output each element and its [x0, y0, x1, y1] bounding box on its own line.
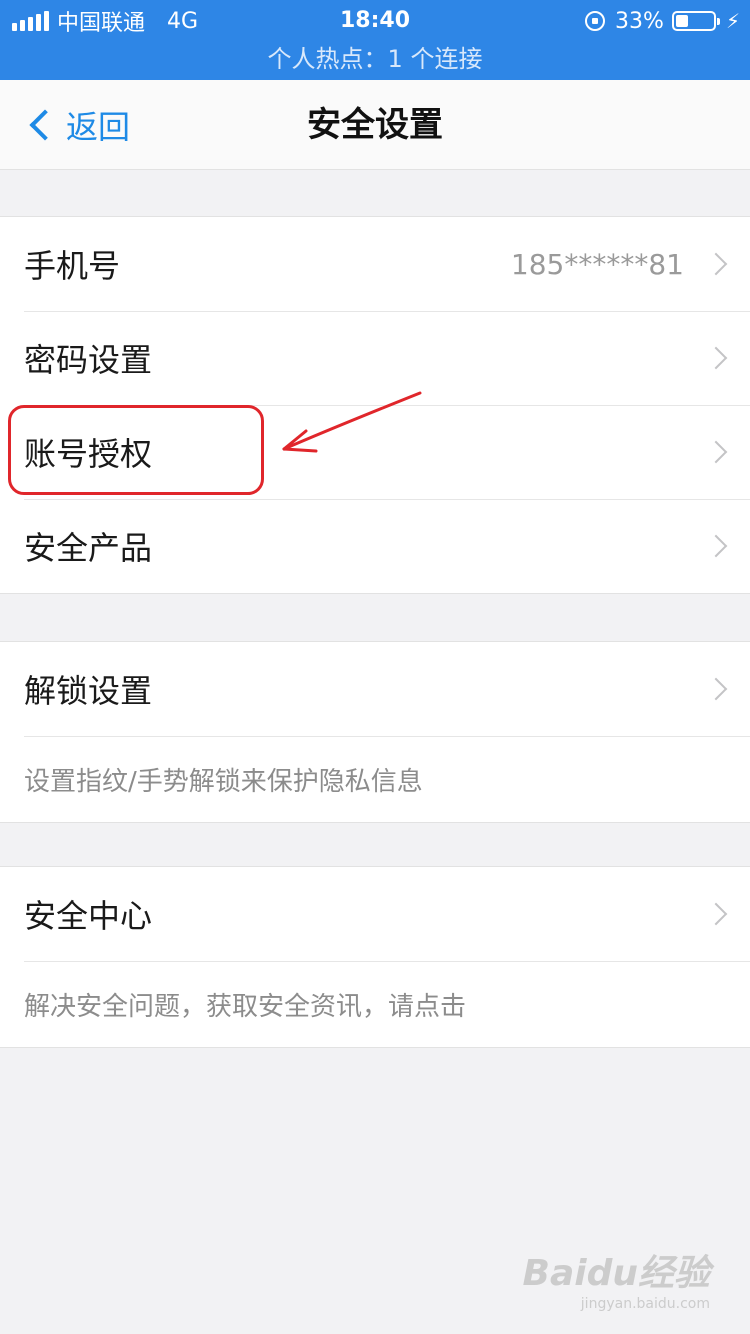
row-label: 密码设置 — [24, 341, 153, 379]
baidu-watermark: Baidu经验 jingyan.baidu.com — [523, 1244, 710, 1312]
watermark-url: jingyan.baidu.com — [580, 1296, 710, 1312]
chevron-right-icon — [704, 902, 728, 926]
chevron-right-icon — [704, 534, 728, 558]
annotation-highlight-box — [8, 405, 264, 495]
row-security-products[interactable]: 安全产品 — [0, 499, 750, 593]
battery-level — [675, 15, 688, 27]
row-security-center[interactable]: 安全中心 — [0, 867, 750, 961]
row-label: 手机号 — [24, 247, 121, 285]
unlock-settings-hint: 设置指纹/手势解锁来保护隐私信息 — [0, 736, 750, 822]
row-unlock-settings[interactable]: 解锁设置 — [0, 642, 750, 736]
row-label: 安全产品 — [24, 529, 153, 567]
annotation-arrow — [282, 391, 422, 453]
chevron-right-icon — [704, 440, 728, 464]
phone-number-value: 185******81 — [510, 247, 684, 281]
navigation-bar: 返回 安全设置 — [0, 80, 750, 170]
status-bar: 中国联通 4G 18:40 33% ⚡ 个人热点：1 个连接 — [0, 0, 750, 80]
chevron-right-icon — [704, 677, 728, 701]
row-phone-number[interactable]: 手机号 185******81 — [0, 217, 750, 311]
battery-percent: 33% — [615, 8, 664, 34]
unlock-settings-group: 解锁设置 设置指纹/手势解锁来保护隐私信息 — [0, 641, 750, 823]
page-title: 安全设置 — [307, 105, 443, 145]
charging-icon: ⚡ — [725, 9, 740, 33]
row-label: 安全中心 — [24, 897, 153, 935]
security-center-group: 安全中心 解决安全问题，获取安全资讯，请点击 — [0, 866, 750, 1048]
hotspot-banner[interactable]: 个人热点：1 个连接 — [0, 42, 750, 76]
chevron-right-icon — [704, 252, 728, 276]
row-label: 解锁设置 — [24, 672, 153, 710]
chevron-right-icon — [704, 346, 728, 370]
battery-icon — [671, 11, 720, 31]
security-center-hint[interactable]: 解决安全问题，获取安全资讯，请点击 — [0, 961, 750, 1047]
watermark-brand: Baidu经验 — [522, 1253, 710, 1294]
orientation-lock-icon — [585, 11, 606, 31]
